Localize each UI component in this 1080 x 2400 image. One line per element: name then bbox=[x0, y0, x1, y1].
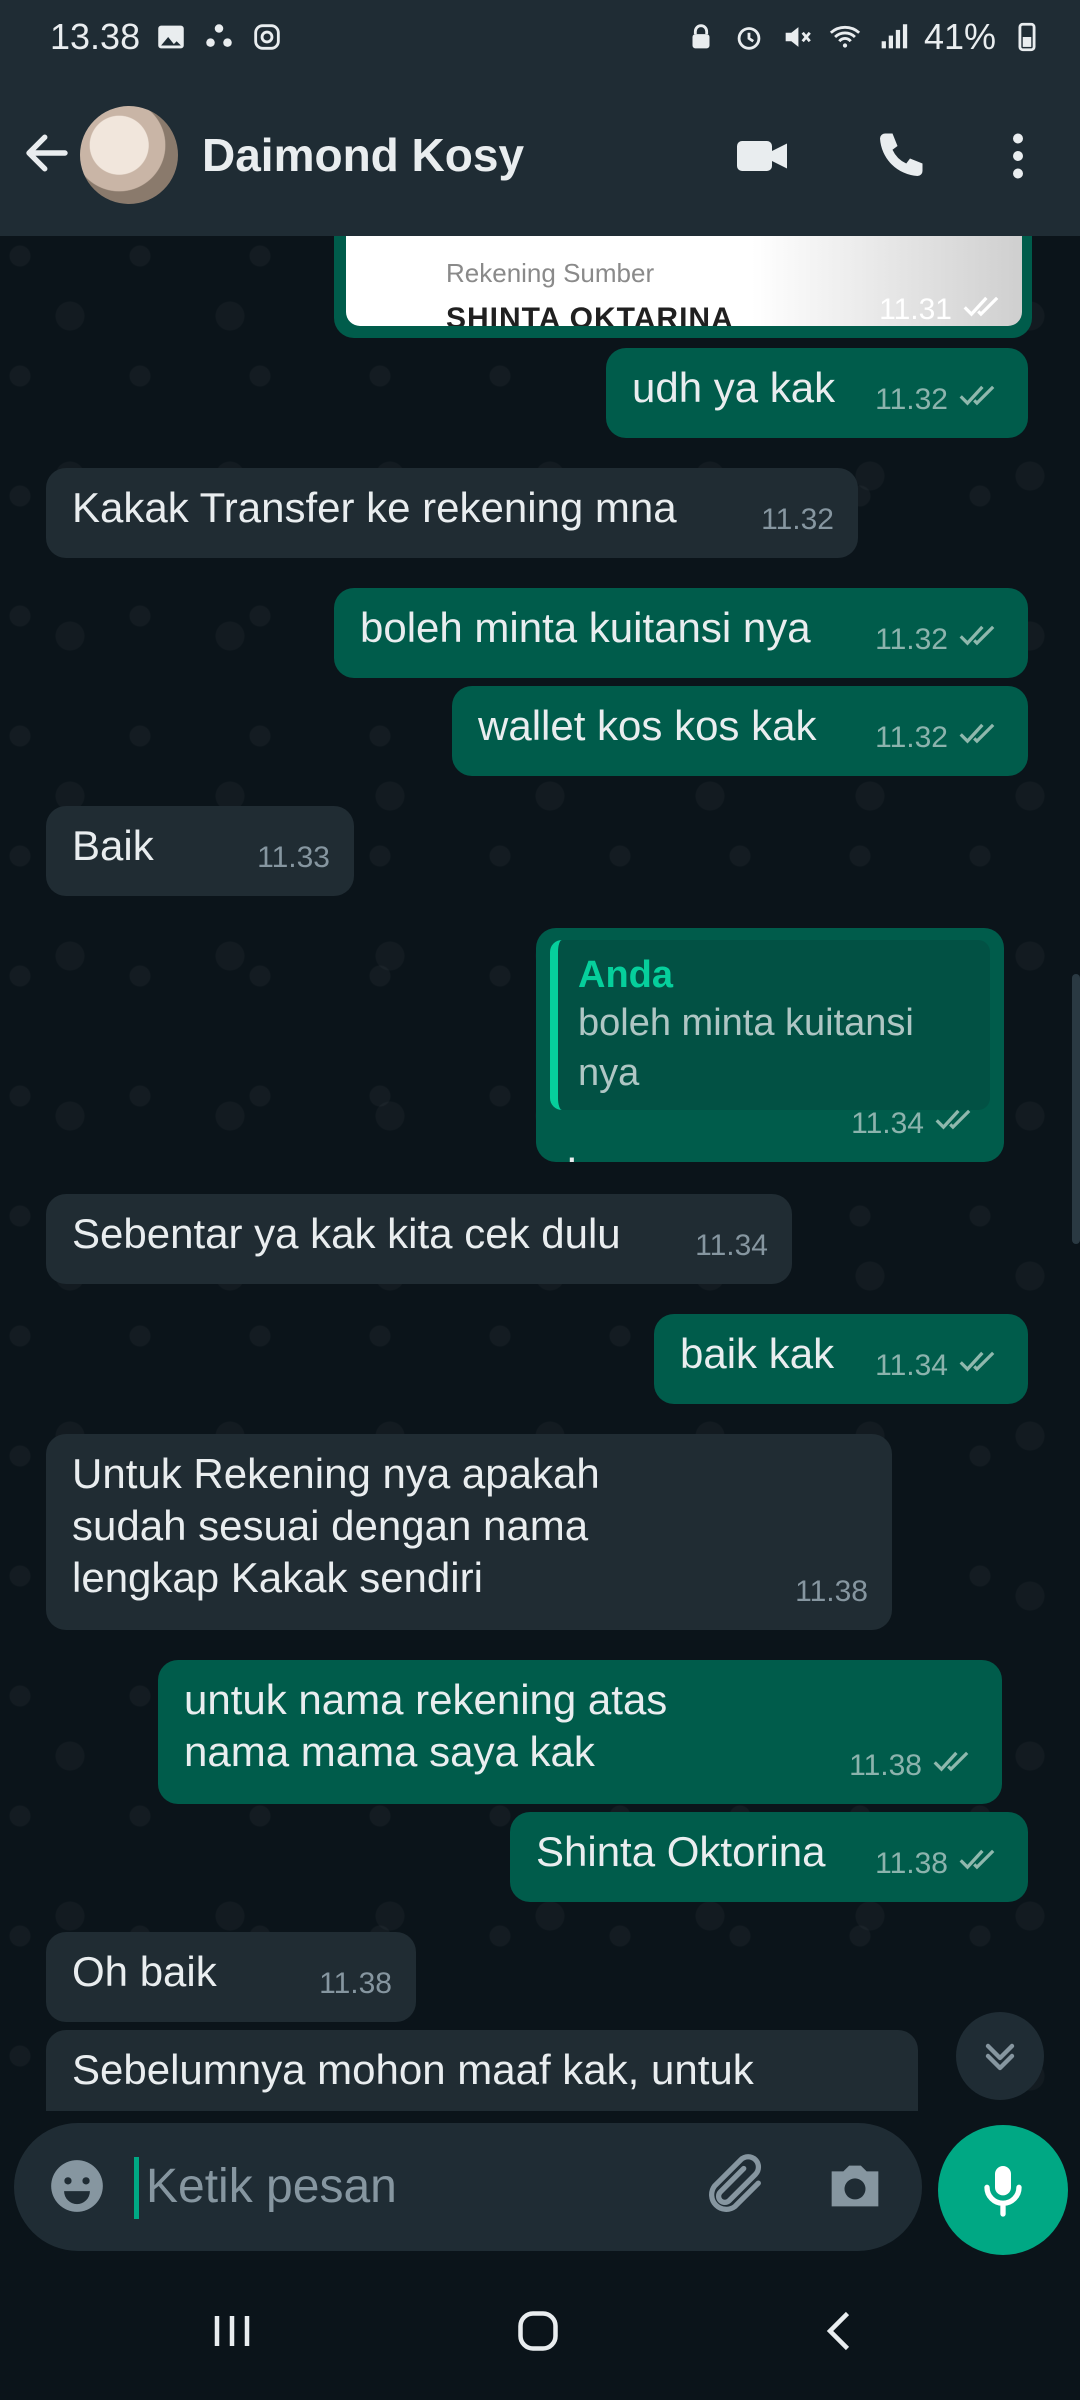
read-ticks-icon bbox=[958, 712, 1004, 764]
message-text: Sebelumnya mohon maaf kak, untuk bbox=[72, 2046, 754, 2093]
back-nav-icon[interactable] bbox=[810, 2301, 870, 2361]
incoming-message[interactable]: Untuk Rekening nya apakah sudah sesuai d… bbox=[46, 1434, 892, 1630]
message-time: 11.31 bbox=[879, 292, 1008, 328]
text-cursor bbox=[134, 2157, 139, 2219]
read-ticks-icon bbox=[958, 1340, 1004, 1392]
lock-icon bbox=[684, 20, 718, 54]
voice-call-icon[interactable] bbox=[870, 126, 930, 186]
quote-author: Anda bbox=[578, 954, 673, 996]
status-time: 13.38 bbox=[50, 16, 141, 57]
incoming-message[interactable]: Baik 11.33 bbox=[46, 806, 354, 896]
paperclip-icon[interactable] bbox=[700, 2151, 770, 2221]
message-input[interactable]: Ketik pesan bbox=[14, 2123, 922, 2251]
outgoing-message[interactable]: untuk nama rekening atas nama mama saya … bbox=[158, 1660, 1002, 1804]
double-chevron-down-icon bbox=[985, 2043, 1015, 2071]
message-time: 11.33 bbox=[257, 841, 330, 874]
outgoing-message[interactable]: udh ya kak 11.32 bbox=[606, 348, 1028, 438]
message-text: Untuk Rekening nya apakah sudah sesuai d… bbox=[72, 1450, 600, 1601]
message-text: Sebentar ya kak kita cek dulu bbox=[72, 1210, 621, 1257]
chat-header: Daimond Kosy bbox=[0, 78, 1080, 236]
camera-icon[interactable] bbox=[820, 2151, 890, 2221]
incoming-message[interactable]: Kakak Transfer ke rekening mna 11.32 bbox=[46, 468, 858, 558]
battery-icon bbox=[1010, 20, 1044, 54]
contact-name[interactable]: Daimond Kosy bbox=[202, 128, 524, 182]
receipt-name: SHINTA OKTARINA bbox=[446, 302, 734, 326]
message-time: 11.32 bbox=[761, 503, 834, 536]
read-ticks-icon bbox=[934, 1098, 980, 1150]
voice-message-button[interactable] bbox=[938, 2125, 1068, 2255]
scroll-to-bottom-button[interactable] bbox=[956, 2012, 1044, 2100]
receipt-label: Rekening Sumber bbox=[446, 258, 655, 288]
sync-icon bbox=[202, 20, 236, 54]
incoming-message[interactable]: Oh baik 11.38 bbox=[46, 1932, 416, 2022]
composer-bar: Ketik pesan bbox=[0, 2111, 1080, 2257]
message-time: 11.38 bbox=[319, 1967, 392, 2000]
read-ticks-icon bbox=[962, 292, 1008, 328]
read-ticks-icon bbox=[958, 1838, 1004, 1890]
message-time: 11.32 bbox=[875, 614, 1004, 666]
quote-text: boleh minta kuitansi nya bbox=[578, 1002, 914, 1094]
system-navigation-bar bbox=[0, 2257, 1080, 2400]
emoji-icon[interactable] bbox=[46, 2155, 108, 2217]
more-options-icon[interactable] bbox=[988, 126, 1048, 186]
battery-percent: 41% bbox=[923, 16, 996, 57]
incoming-message[interactable]: Sebelumnya mohon maaf kak, untuk bbox=[46, 2030, 918, 2111]
read-ticks-icon bbox=[932, 1740, 978, 1792]
microphone-icon bbox=[984, 2166, 1022, 2217]
message-time: 11.38 bbox=[795, 1575, 868, 1608]
home-icon[interactable] bbox=[508, 2301, 568, 2361]
message-time: 11.34 bbox=[695, 1229, 768, 1262]
scrollbar[interactable] bbox=[1072, 974, 1080, 1244]
outgoing-message[interactable]: boleh minta kuitansi nya 11.32 bbox=[334, 588, 1028, 678]
outgoing-message[interactable]: baik kak 11.34 bbox=[654, 1314, 1028, 1404]
outgoing-message[interactable]: Shinta Oktorina 11.38 bbox=[510, 1812, 1028, 1902]
contact-avatar[interactable] bbox=[80, 106, 178, 204]
gallery-icon bbox=[154, 20, 188, 54]
quoted-message[interactable]: Anda boleh minta kuitansi nya bbox=[550, 940, 990, 1110]
signal-icon bbox=[876, 20, 910, 54]
outgoing-reply-message[interactable]: Anda boleh minta kuitansi nya . 11.34 bbox=[536, 928, 1004, 1171]
wifi-icon bbox=[828, 20, 862, 54]
image-message[interactable]: Rekening Sumber SHINTA OKTARINA 11.31 bbox=[334, 236, 1032, 338]
video-call-icon[interactable] bbox=[732, 126, 792, 186]
message-time: 11.34 bbox=[851, 1098, 980, 1150]
message-time: 11.32 bbox=[875, 712, 1004, 764]
message-placeholder: Ketik pesan bbox=[146, 2160, 397, 2213]
alarm-icon bbox=[732, 20, 766, 54]
incoming-message[interactable]: Sebentar ya kak kita cek dulu 11.34 bbox=[46, 1194, 792, 1284]
status-bar: 13.38 41% bbox=[0, 0, 1080, 78]
message-time: 11.38 bbox=[849, 1740, 978, 1792]
back-arrow-icon[interactable] bbox=[20, 126, 74, 180]
recent-apps-icon[interactable] bbox=[202, 2301, 262, 2361]
mute-icon bbox=[780, 20, 814, 54]
outgoing-message[interactable]: wallet kos kos kak 11.32 bbox=[452, 686, 1028, 776]
read-ticks-icon bbox=[958, 374, 1004, 426]
message-time: 11.34 bbox=[875, 1340, 1004, 1392]
message-text: Kakak Transfer ke rekening mna bbox=[72, 484, 677, 531]
read-ticks-icon bbox=[958, 614, 1004, 666]
message-list[interactable]: Rekening Sumber SHINTA OKTARINA 11.31 ud… bbox=[0, 236, 1080, 2111]
message-time: 11.32 bbox=[875, 374, 1004, 426]
message-time: 11.38 bbox=[875, 1838, 1004, 1890]
instagram-icon bbox=[250, 20, 284, 54]
message-text: untuk nama rekening atas nama mama saya … bbox=[184, 1676, 668, 1775]
